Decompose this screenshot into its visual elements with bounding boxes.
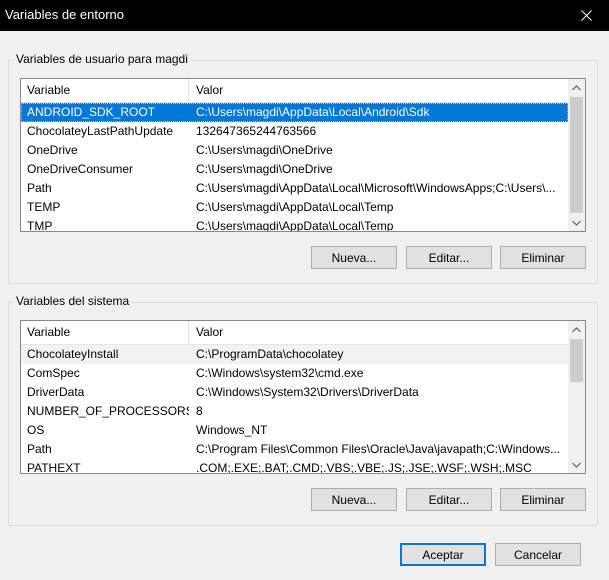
column-header-variable[interactable]: Variable (21, 79, 189, 102)
value-cell: C:\Users\magdi\OneDrive (196, 143, 333, 157)
table-row[interactable]: OneDrive C:\Users\magdi\OneDrive (21, 141, 568, 160)
system-list-scrollbar[interactable] (568, 321, 585, 473)
scroll-thumb[interactable] (570, 97, 583, 213)
table-row[interactable]: NUMBER_OF_PROCESSORS 8 (21, 402, 568, 421)
table-row[interactable]: Path C:\Users\magdi\AppData\Local\Micros… (21, 179, 568, 198)
system-new-button[interactable]: Nueva... (311, 488, 397, 511)
user-edit-button[interactable]: Editar... (406, 246, 492, 269)
system-variables-label: Variables del sistema (13, 294, 133, 308)
variable-cell: ChocolateyLastPathUpdate (27, 124, 174, 138)
scroll-thumb[interactable] (570, 339, 583, 382)
chevron-up-icon (572, 84, 581, 90)
system-rows: ChocolateyInstall C:\ProgramData\chocola… (21, 345, 568, 474)
column-header-value[interactable]: Valor (190, 79, 568, 102)
close-button[interactable] (563, 0, 609, 31)
value-cell: 132647365244763566 (196, 124, 317, 138)
variable-cell: TMP (27, 219, 53, 232)
table-row[interactable]: ANDROID_SDK_ROOT C:\Users\magdi\AppData\… (21, 103, 568, 122)
user-rows: ANDROID_SDK_ROOT C:\Users\magdi\AppData\… (21, 103, 568, 232)
cancel-button[interactable]: Cancelar (495, 543, 581, 566)
value-cell: .COM;.EXE;.BAT;.CMD;.VBS;.VBE;.JS;.JSE;.… (196, 461, 532, 474)
value-cell: C:\Users\magdi\AppData\Local\Temp (196, 219, 394, 232)
variable-cell: Path (27, 181, 52, 195)
value-cell: Windows_NT (196, 423, 268, 437)
variable-cell: TEMP (27, 200, 61, 214)
table-row[interactable]: ChocolateyLastPathUpdate 132647365244763… (21, 122, 568, 141)
table-row[interactable]: TMP C:\Users\magdi\AppData\Local\Temp (21, 217, 568, 232)
ok-button[interactable]: Aceptar (400, 543, 486, 566)
user-new-button[interactable]: Nueva... (311, 246, 397, 269)
table-row[interactable]: ChocolateyInstall C:\ProgramData\chocola… (21, 345, 568, 364)
user-variables-label: Variables de usuario para magdi (13, 52, 191, 66)
variable-cell: OS (27, 423, 45, 437)
value-cell: C:\ProgramData\chocolatey (196, 347, 344, 361)
table-row[interactable]: TEMP C:\Users\magdi\AppData\Local\Temp (21, 198, 568, 217)
scroll-down-button[interactable] (568, 456, 585, 473)
scroll-down-button[interactable] (568, 214, 585, 231)
table-row[interactable]: DriverData C:\Windows\System32\Drivers\D… (21, 383, 568, 402)
table-row[interactable]: ComSpec C:\Windows\system32\cmd.exe (21, 364, 568, 383)
table-row[interactable]: Path C:\Program Files\Common Files\Oracl… (21, 440, 568, 459)
scroll-up-button[interactable] (568, 321, 585, 338)
variable-cell: NUMBER_OF_PROCESSORS (27, 404, 189, 418)
user-variables-list[interactable]: Variable Valor ANDROID_SDK_ROOT C:\Users… (20, 78, 586, 232)
value-cell: C:\Users\magdi\AppData\Local\Temp (196, 200, 394, 214)
close-icon (580, 10, 592, 21)
value-cell: C:\Users\magdi\AppData\Local\Microsoft\W… (196, 181, 556, 195)
value-cell: C:\Windows\System32\Drivers\DriverData (196, 385, 419, 399)
variable-cell: ComSpec (27, 366, 80, 380)
system-list-header: Variable Valor (21, 321, 568, 345)
variable-cell: ANDROID_SDK_ROOT (27, 105, 156, 119)
chevron-down-icon (572, 462, 581, 468)
variable-cell: DriverData (27, 385, 85, 399)
system-delete-button[interactable]: Eliminar (500, 488, 586, 511)
window-title: Variables de entorno (5, 7, 125, 22)
user-list-header: Variable Valor (21, 79, 568, 103)
user-list-scrollbar[interactable] (568, 79, 585, 231)
variable-cell: OneDrive (27, 143, 78, 157)
system-edit-button[interactable]: Editar... (406, 488, 492, 511)
column-header-variable[interactable]: Variable (21, 321, 189, 344)
column-header-value[interactable]: Valor (190, 321, 568, 344)
value-cell: C:\Users\magdi\AppData\Local\Android\Sdk (196, 105, 430, 119)
value-cell: 8 (196, 404, 203, 418)
table-row[interactable]: OneDriveConsumer C:\Users\magdi\OneDrive (21, 160, 568, 179)
system-variables-list[interactable]: Variable Valor ChocolateyInstall C:\Prog… (20, 320, 586, 474)
chevron-down-icon (572, 220, 581, 226)
variable-cell: Path (27, 442, 52, 456)
table-row[interactable]: PATHEXT .COM;.EXE;.BAT;.CMD;.VBS;.VBE;.J… (21, 459, 568, 474)
value-cell: C:\Users\magdi\OneDrive (196, 162, 333, 176)
value-cell: C:\Windows\system32\cmd.exe (196, 366, 364, 380)
variable-cell: PATHEXT (27, 461, 81, 474)
variable-cell: OneDriveConsumer (27, 162, 134, 176)
value-cell: C:\Program Files\Common Files\Oracle\Jav… (196, 442, 561, 456)
chevron-up-icon (572, 326, 581, 332)
variable-cell: ChocolateyInstall (27, 347, 119, 361)
scroll-up-button[interactable] (568, 79, 585, 96)
user-delete-button[interactable]: Eliminar (500, 246, 586, 269)
title-bar: Variables de entorno (0, 0, 609, 31)
table-row[interactable]: OS Windows_NT (21, 421, 568, 440)
